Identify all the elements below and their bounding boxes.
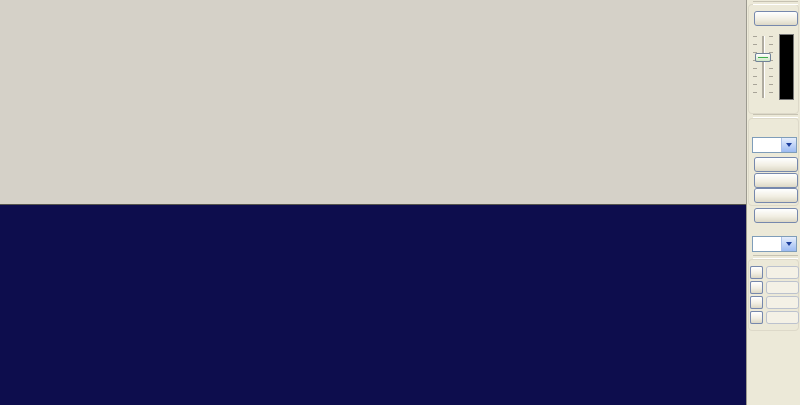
spl-chart xyxy=(0,0,746,205)
chevron-down-icon xyxy=(786,143,792,147)
measure-group-caption xyxy=(750,1,798,5)
waterfall-mode-value xyxy=(753,237,781,251)
show-3-button[interactable] xyxy=(766,296,799,309)
waterfall-3d-panel[interactable] xyxy=(0,205,746,405)
overlay-1-button[interactable] xyxy=(750,266,763,279)
show-1-button[interactable] xyxy=(766,266,799,279)
output-level-slider[interactable] xyxy=(751,34,775,100)
overlay-group-caption xyxy=(750,255,798,259)
slider-thumb[interactable] xyxy=(755,53,771,62)
rt60-button[interactable] xyxy=(754,208,798,223)
slider-ticks-left xyxy=(753,36,757,98)
app-window xyxy=(0,0,800,405)
measure-button[interactable] xyxy=(754,11,798,26)
scale-range-select[interactable] xyxy=(752,137,797,153)
scale-range-dropdown-button[interactable] xyxy=(781,138,796,152)
anechoic-button[interactable] xyxy=(754,157,798,172)
show-2-button[interactable] xyxy=(766,281,799,294)
waterfall-chart xyxy=(0,205,746,405)
ambient-button[interactable] xyxy=(754,173,798,188)
control-sidebar xyxy=(746,0,800,405)
waterfall-mode-select[interactable] xyxy=(752,236,797,252)
overlay-2-button[interactable] xyxy=(750,281,763,294)
overlay-3-button[interactable] xyxy=(750,296,763,309)
waterfall-dropdown-button[interactable] xyxy=(781,237,796,251)
raw-button[interactable] xyxy=(754,188,798,203)
slider-ticks-right xyxy=(769,36,773,98)
slider-track[interactable] xyxy=(762,36,765,98)
show-group-caption xyxy=(750,114,798,118)
scale-range-value xyxy=(753,138,781,152)
spl-frequency-response-panel[interactable] xyxy=(0,0,746,205)
show-4-button[interactable] xyxy=(766,311,799,324)
output-level-meter xyxy=(779,34,794,100)
chevron-down-icon xyxy=(786,242,792,246)
overlay-4-button[interactable] xyxy=(750,311,763,324)
